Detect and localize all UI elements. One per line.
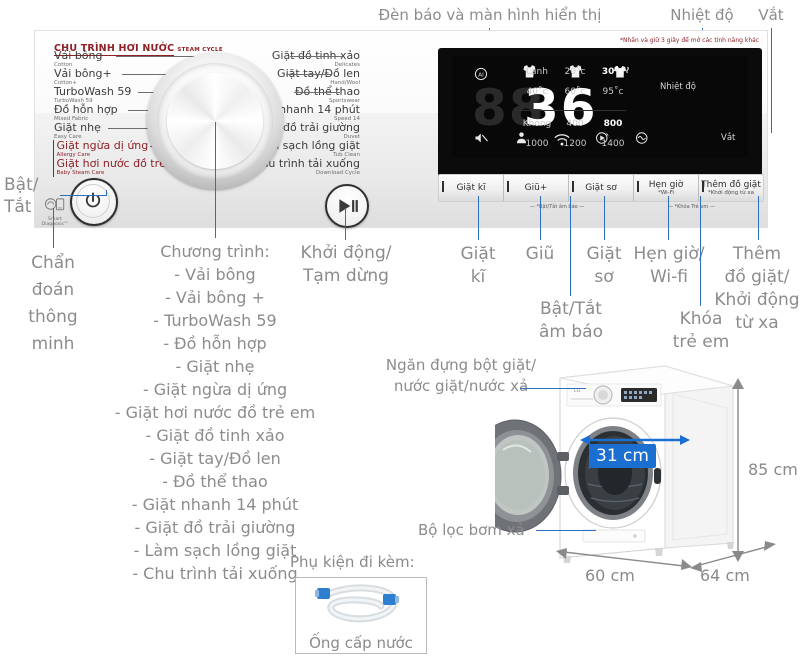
button-giat-ki[interactable]: Giặt kĩ [439,175,504,201]
strip-sub-sound: — *Bật/Tắt âm báo — [530,204,585,210]
button-hen-gio-wifi[interactable]: Hẹn giờ *Wi-Fi [634,175,699,201]
strip-sub-childlock: — *Khóa Trẻ em — [668,204,715,210]
annotation-smart-diagnosis: Chẩn đoán thông minh [28,253,78,354]
spin-option-1200[interactable]: 1200 [556,139,594,149]
annotation-add-laundry: Thêm đồ giặt/ Khởi động từ xa [714,244,800,333]
option-divider [516,110,626,111]
panel-button-strip: Giặt kĩ Giũ+ Giặt sơ Hẹn giờ *Wi-Fi Thêm… [438,174,764,202]
button-giu-plus[interactable]: Giũ+ [504,175,569,201]
cycle-vn: Giặt nhẹ [54,121,101,134]
panel-note-red: *Nhấn và giữ 3 giây để mở các tính năng … [620,37,760,44]
leader-giat-so [604,196,605,240]
button-label: Giũ+ [524,183,548,193]
leader-timer-wifi [668,196,669,240]
annotation-power: Bật/ Tắt [4,175,39,217]
spin-option-800[interactable]: 800 [594,119,632,129]
temp-option-40c[interactable]: 40˚c [518,87,556,97]
tub-clean-icon [635,130,650,149]
leader-childlock [700,196,701,306]
power-button-inner [76,184,110,218]
tick-mark [572,181,574,192]
height-label: 85 cm [748,460,798,479]
leader-spin-top [771,28,772,133]
depth-label: 64 cm [700,566,750,585]
leader-power-v [106,190,107,196]
tick-mark [702,181,704,192]
accessory-box: Ống cấp nước [295,577,427,654]
annotation-spin-top: Vắt [758,6,784,24]
leader-add-laundry [758,196,759,240]
button-label: Hẹn giờ [648,180,684,190]
annotation-programs: Chương trình: - Vải bông - Vải bông + - … [114,242,316,583]
annotation-giat-ki: Giặt kĩ [460,244,496,287]
annotation-giu: Giũ [525,244,555,264]
power-icon [85,192,101,208]
cycle-vn: Đồ hỗn hợp [54,103,118,116]
smart-diagnosis-label: Smart Diagnosis™ [41,217,69,227]
leader-detergent-drawer [520,388,586,389]
width-label: 60 cm [585,566,635,585]
accessory-item-label: Ống cấp nước [309,634,413,652]
temp-option-lanh[interactable]: Lạnh [518,67,556,77]
leader-sound [570,196,571,296]
mute-icon [474,130,489,149]
cycle-vn: Vải bông [54,49,103,62]
annotation-temperature-top: Nhiệt độ [670,6,734,24]
button-sublabel: *Khởi động từ xa [707,190,755,196]
annotation-sound: Bật/Tắt âm báo [539,299,603,342]
button-them-do-giat[interactable]: Thêm đồ giặt *Khởi động từ xa [699,175,763,201]
leader-start-pause [345,208,346,240]
accessories-title: Phụ kiện đi kèm: [290,553,415,571]
leader-power [60,195,106,196]
leader-smart-diagnosis [53,208,54,248]
annotation-giat-so: Giặt sơ [586,244,622,287]
svg-text:AI: AI [478,72,484,78]
temperature-button-label[interactable]: Nhiệt độ [660,82,696,92]
leader-dial [215,122,216,238]
temp-option-20c[interactable]: 20˚c [556,67,594,77]
tick-mark [507,181,509,192]
power-button[interactable] [70,178,118,226]
temp-option-60c[interactable]: 60˚c [556,87,594,97]
temp-option-95c[interactable]: 95˚c [594,87,632,97]
height-dimension [732,378,744,562]
cycle-vn: TurboWash 59 [54,85,132,98]
annotation-display-top: Đèn báo và màn hình hiển thị [378,6,602,24]
button-sublabel: *Wi-Fi [658,190,674,196]
spin-option-400[interactable]: 400 [556,119,594,129]
annotation-start-pause: Khởi động/ Tạm dừng [300,243,392,286]
cycle-vn: Giặt ngừa dị ứng [56,139,149,152]
spin-option-khong[interactable]: Không [518,119,556,129]
spin-option-1000[interactable]: 1000 [518,139,556,149]
water-hose-icon [315,584,399,623]
tick-mark [442,181,444,192]
temp-option-30c[interactable]: 30˚c [594,67,632,77]
annotation-timer-wifi: Hẹn giờ/ Wi-fi [633,244,705,287]
leader-pump-filter [536,530,596,531]
cycle-en: Baby Steam Care [56,170,105,176]
leader-giu [540,196,541,240]
spin-option-1400[interactable]: 1400 [594,139,632,149]
button-giat-so[interactable]: Giặt sơ [569,175,634,201]
button-label: Giặt sơ [585,183,617,193]
door-opening-badge: 31 cm [589,444,656,468]
cycle-vn: Vải bông+ [54,67,112,80]
play-pause-icon [339,199,358,213]
tick-mark [637,181,639,192]
button-label: Giặt kĩ [456,183,486,193]
spin-button-label[interactable]: Vắt [721,133,735,143]
button-label: Thêm đồ giặt [701,180,761,190]
annotation-detergent-drawer: Ngăn đựng bột giặt/ nước giặt/nước xả [385,356,537,395]
leader-giat-ki [478,196,479,240]
start-pause-button[interactable] [325,184,369,228]
